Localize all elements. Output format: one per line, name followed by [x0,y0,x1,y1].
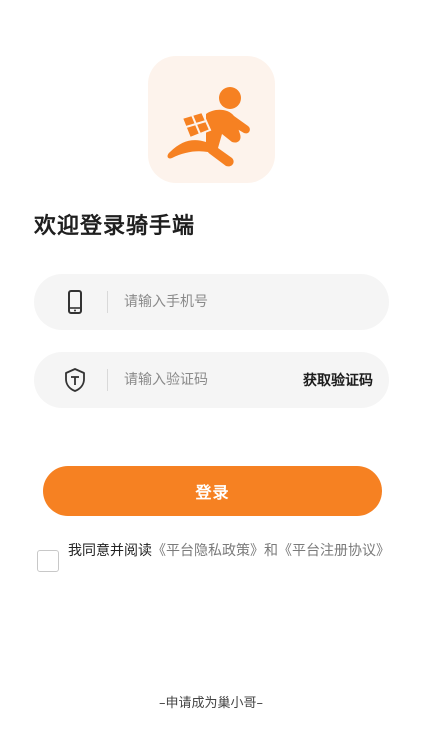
shield-icon [62,367,88,393]
agreement-checkbox[interactable] [37,550,59,572]
verification-code-field[interactable]: 获取验证码 [34,352,389,408]
verification-code-input[interactable] [124,368,294,392]
agreement-joiner: 和 [264,543,278,559]
field-divider [107,291,108,313]
privacy-policy-link[interactable]: 《平台隐私政策》 [152,543,264,559]
field-divider [107,369,108,391]
phone-input[interactable] [124,290,294,314]
login-button[interactable]: 登录 [43,466,382,516]
phone-icon [62,289,88,315]
apply-courier-link[interactable]: –申请成为巢小哥– [0,692,422,711]
phone-field[interactable] [34,274,389,330]
agreement-text: 我同意并阅读《平台隐私政策》和《平台注册协议》 [68,540,398,562]
register-agreement-link[interactable]: 《平台注册协议》 [278,543,390,559]
get-code-button[interactable]: 获取验证码 [303,370,373,390]
page-title: 欢迎登录骑手端 [34,214,196,239]
agreement-prefix: 我同意并阅读 [68,543,152,559]
app-logo [148,56,275,183]
courier-runner-logo [167,87,250,167]
